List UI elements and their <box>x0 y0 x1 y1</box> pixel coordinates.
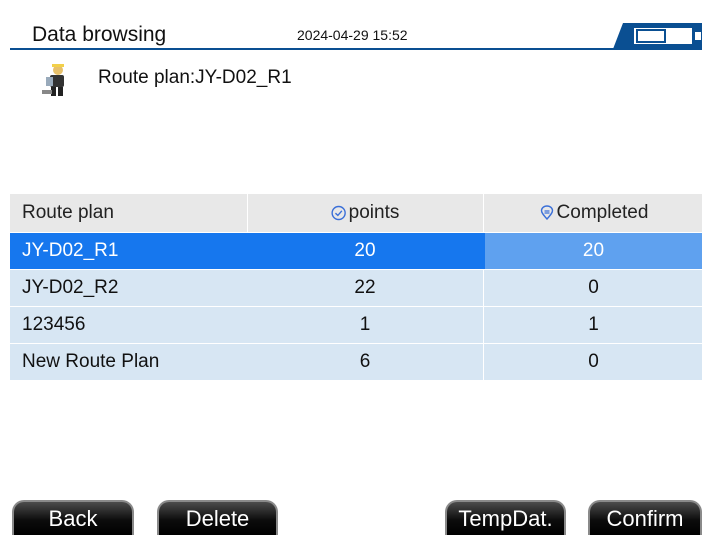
table-row[interactable]: New Route Plan 6 0 <box>10 343 702 380</box>
column-divider <box>483 344 484 380</box>
battery-toggle-icon[interactable] <box>613 23 702 49</box>
back-button[interactable]: Back <box>12 500 134 535</box>
worker-avatar-icon <box>38 62 72 96</box>
route-plan-label: Route plan:JY-D02_R1 <box>98 67 292 88</box>
column-divider <box>247 194 248 232</box>
check-circle-icon <box>331 205 346 221</box>
cell-points-value: 20 <box>354 240 376 261</box>
datetime: 2024-04-29 15:52 <box>297 27 408 43</box>
column-divider <box>483 194 484 232</box>
column-divider <box>483 270 484 306</box>
confirm-button[interactable]: Confirm <box>588 500 702 535</box>
delete-button[interactable]: Delete <box>157 500 278 535</box>
column-header-completed[interactable]: Completed <box>485 194 702 232</box>
cell-completed: 0 <box>588 277 599 298</box>
cell-completed: 20 <box>485 233 702 269</box>
table-row[interactable]: JY-D02_R1 20 20 <box>10 232 702 269</box>
top-header: Data browsing 2024-04-29 15:52 <box>10 22 702 50</box>
table-header-row: Route plan points Completed <box>10 194 702 232</box>
cell-points-value: 6 <box>359 351 371 372</box>
column-divider <box>483 307 484 343</box>
location-pin-icon <box>540 205 553 221</box>
cell-completed: 1 <box>588 314 599 335</box>
table-row[interactable]: 123456 1 1 <box>10 306 702 343</box>
cell-completed: 0 <box>588 351 599 372</box>
cell-points-value: 1 <box>359 314 371 335</box>
route-table: Route plan points Completed JY-D02_R1 20… <box>10 194 702 380</box>
temp-data-button[interactable]: TempDat. <box>445 500 566 535</box>
cell-points-value: 22 <box>354 277 376 298</box>
table-row[interactable]: JY-D02_R2 22 0 <box>10 269 702 306</box>
page-title: Data browsing <box>32 23 167 46</box>
column-header-completed-label: Completed <box>556 202 649 223</box>
column-header-points-label: points <box>348 202 400 223</box>
